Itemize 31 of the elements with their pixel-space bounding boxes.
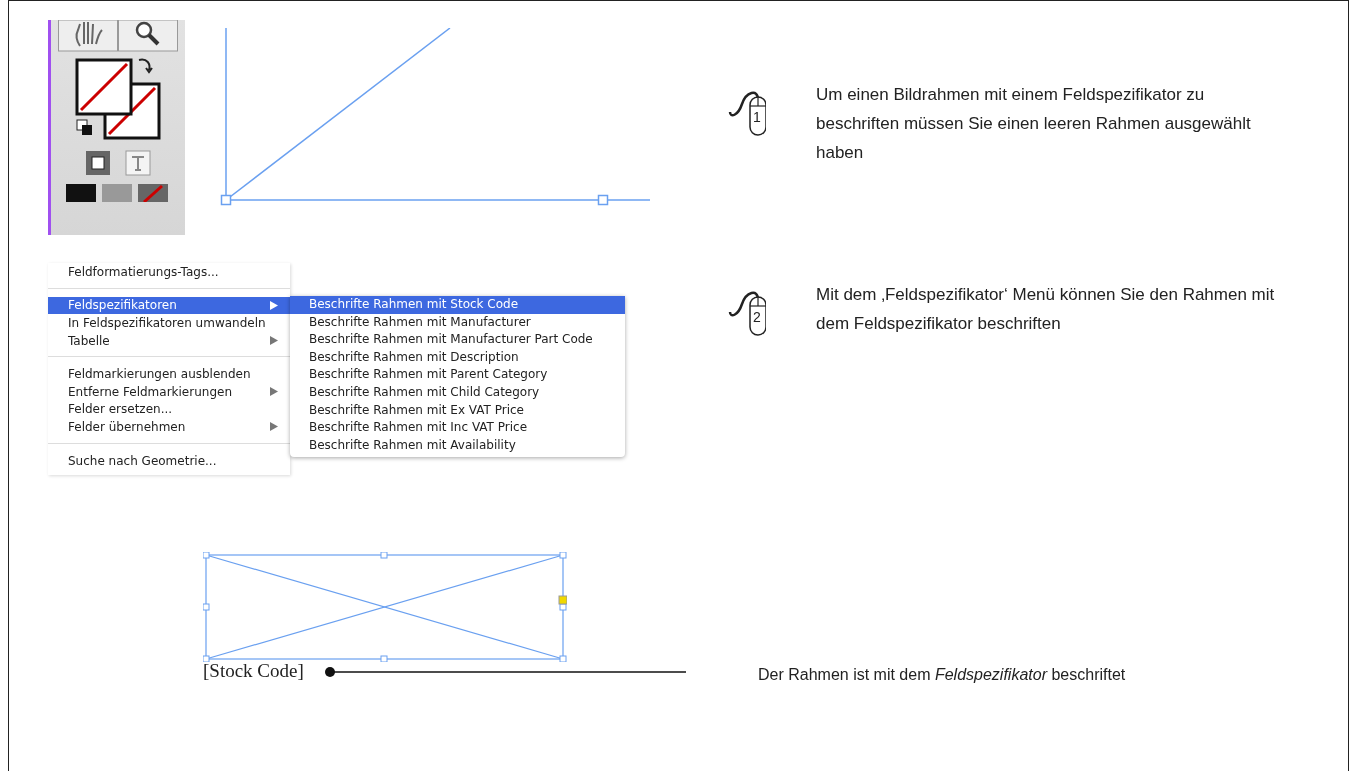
menu-item[interactable]: Beschrifte Rahmen mit Stock Code [290,296,625,314]
menu-item[interactable]: Entferne Feldmarkierungen [48,382,290,401]
menu-item[interactable]: Feldformatierungs-Tags... [48,263,290,281]
menu-item[interactable]: Beschrifte Rahmen mit Parent Category [290,366,625,384]
instruction-text: Mit dem ‚Feldspezifikator‘ Menü können Sie den Rahmen mit dem Feldspezifikator beschriften [816,284,1276,335]
field-label: [Stock Code] [203,660,304,682]
menu-item[interactable]: Feldspezifikatoren [48,296,290,315]
menu-item[interactable]: Beschrifte Rahmen mit Child Category [290,383,625,402]
step-number: 1 [753,109,761,125]
menu-item[interactable]: Beschrifte Rahmen mit Ex VAT Price [290,401,625,420]
menu-item[interactable]: Tabelle [48,331,290,350]
menu-item[interactable]: Beschrifte Rahmen mit Description [290,348,625,367]
submenu-arrow-icon [270,336,278,346]
submenu-arrow-icon [270,300,278,310]
submenu-arrow-icon [270,422,278,432]
instruction-text: Um einen Bildrahmen mit einem Feldspezifikator zu beschriften müssen Sie einen leeren Rahmen ausgewählt haben [816,84,1252,164]
menu-item[interactable]: Beschrifte Rahmen mit Manufacturer [290,313,625,332]
text-format-icon[interactable] [125,150,151,176]
menu-item[interactable]: Suche nach Geometrie... [48,451,290,470]
menu-item[interactable]: Felder ersetzen... [48,400,290,419]
menu-item[interactable]: Felder übernehmen [48,418,290,436]
menu-item[interactable]: In Feldspezifikatoren umwandeln [48,314,290,332]
search-icon[interactable] [118,20,178,52]
submenu-arrow-icon [270,387,278,397]
step-number: 2 [753,309,761,325]
menu-item[interactable]: Beschrifte Rahmen mit Availability [290,436,625,455]
frame-format-icon[interactable] [85,150,111,176]
menu-item[interactable]: Beschrifte Rahmen mit Inc VAT Price [290,419,625,437]
menu-item[interactable]: Feldmarkierungen ausblenden [48,365,290,383]
caption-text: Der Rahmen ist mit dem Feldspezifikator beschriftet [757,666,1127,684]
menu-item[interactable]: Beschrifte Rahmen mit Manufacturer Part Code [290,331,625,349]
